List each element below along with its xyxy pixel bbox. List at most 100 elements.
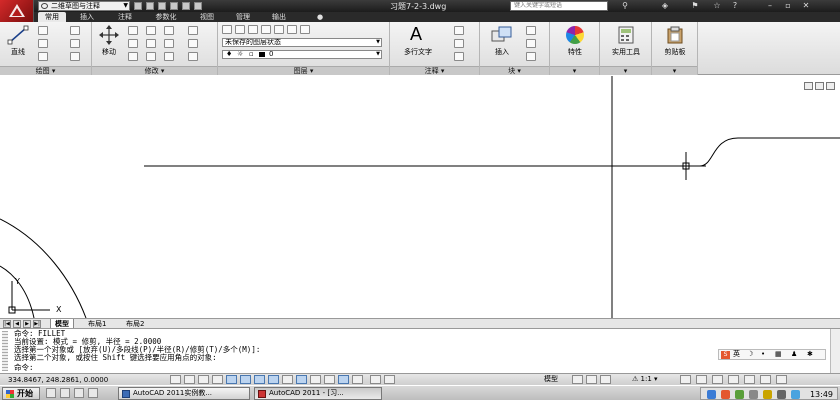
- start-button[interactable]: 开始: [2, 387, 40, 400]
- security-icon[interactable]: [735, 390, 744, 399]
- print-icon[interactable]: [194, 2, 202, 10]
- arc-icon[interactable]: [38, 52, 48, 61]
- circle-icon[interactable]: [38, 39, 48, 48]
- properties-panel-title[interactable]: ▾: [550, 66, 599, 75]
- prev-tab-icon[interactable]: ◀: [13, 320, 21, 328]
- chamfer-icon[interactable]: [188, 52, 198, 61]
- layer-properties-icon[interactable]: [222, 25, 232, 34]
- clean-screen-icon[interactable]: [776, 375, 787, 384]
- binoculars-icon[interactable]: ⚲: [620, 1, 630, 11]
- annotation-scale[interactable]: ⚠ 1:1 ▾: [632, 374, 658, 385]
- move-button[interactable]: 移动: [94, 25, 124, 57]
- restore-icon[interactable]: ▫: [782, 1, 794, 11]
- subscription-icon[interactable]: ◈: [660, 1, 670, 11]
- dynamic-input-icon[interactable]: [296, 375, 307, 384]
- chat-icon[interactable]: [791, 390, 800, 399]
- status-bar-menu-icon[interactable]: [760, 375, 771, 384]
- object-snap-tracking-icon[interactable]: [268, 375, 279, 384]
- layer-state-dropdown[interactable]: 未保存的图层状态 ▼: [222, 38, 382, 47]
- array-icon[interactable]: [164, 52, 174, 61]
- rectangle-icon[interactable]: [70, 26, 80, 35]
- zoom-icon[interactable]: [600, 375, 611, 384]
- ime-toolbar[interactable]: S 英 ☽ • ▦ ♟ ✱: [718, 349, 826, 360]
- tab-manage[interactable]: 管理: [232, 12, 254, 22]
- tab-parametric[interactable]: 参数化: [150, 12, 182, 22]
- layer-unisolate-icon[interactable]: [261, 25, 271, 34]
- edit-attributes-icon[interactable]: [526, 52, 536, 61]
- punctuation-icon[interactable]: •: [761, 350, 765, 359]
- next-tab-icon[interactable]: ▶: [23, 320, 31, 328]
- media-player-icon[interactable]: [74, 388, 84, 398]
- modify-panel-title[interactable]: 修改 ▾: [92, 66, 217, 75]
- layer-iso-icon[interactable]: [248, 25, 258, 34]
- lineweight-icon[interactable]: [310, 375, 321, 384]
- undo-icon[interactable]: [170, 2, 178, 10]
- favorites-icon[interactable]: ☆: [712, 1, 722, 11]
- dynamic-ucs-icon[interactable]: [282, 375, 293, 384]
- close-icon[interactable]: ✕: [800, 1, 812, 11]
- 3d-object-snap-icon[interactable]: [254, 375, 265, 384]
- grid-display-icon[interactable]: [198, 375, 209, 384]
- volume-icon[interactable]: [749, 390, 758, 399]
- annotation-visibility-icon[interactable]: [680, 375, 691, 384]
- dimension-icon[interactable]: [454, 26, 464, 35]
- snap-mode-icon[interactable]: [184, 375, 195, 384]
- ime-tray-icon[interactable]: [721, 390, 730, 399]
- app-menu-button[interactable]: [0, 0, 34, 22]
- fillet-icon[interactable]: [164, 39, 174, 48]
- tab-view[interactable]: 视图: [196, 12, 218, 22]
- draw-panel-title[interactable]: 绘图 ▾: [0, 66, 91, 75]
- mtext-button[interactable]: A 多行文字: [396, 25, 440, 57]
- infer-constraints-icon[interactable]: [170, 375, 181, 384]
- annotation-table-icon[interactable]: [454, 52, 464, 61]
- insert-block-button[interactable]: 插入: [484, 25, 520, 57]
- isolate-objects-icon[interactable]: [744, 375, 755, 384]
- usb-icon[interactable]: [777, 390, 786, 399]
- communication-icon[interactable]: ⚑: [690, 1, 700, 11]
- lock-ui-icon[interactable]: [712, 375, 723, 384]
- layer-freeze-icon[interactable]: [274, 25, 284, 34]
- polyline-icon[interactable]: [38, 26, 48, 35]
- workspace-switching-icon[interactable]: [696, 375, 707, 384]
- viewport-minimize-icon[interactable]: [804, 82, 813, 90]
- quick-view-drawings-icon[interactable]: [572, 375, 583, 384]
- annotation-panel-title[interactable]: 注释 ▾: [390, 66, 479, 75]
- update-icon[interactable]: [763, 390, 772, 399]
- stretch-icon[interactable]: [128, 52, 138, 61]
- properties-button[interactable]: 特性: [552, 25, 598, 57]
- quick-properties-icon[interactable]: [338, 375, 349, 384]
- model-space-icon[interactable]: [370, 375, 381, 384]
- command-line-grip[interactable]: [2, 331, 8, 371]
- keyboard-icon[interactable]: ▦: [775, 350, 782, 359]
- selection-cycling-icon[interactable]: [352, 375, 363, 384]
- tab-output[interactable]: 输出: [268, 12, 290, 22]
- taskbar-item[interactable]: AutoCAD 2011实例教...: [118, 387, 250, 400]
- layer-dropdown[interactable]: ♦ ☼ ▫ 0 ▼: [222, 50, 382, 59]
- pan-icon[interactable]: [586, 375, 597, 384]
- scale-icon[interactable]: [146, 52, 156, 61]
- viewport-restore-icon[interactable]: [815, 82, 824, 90]
- taskbar-item-active[interactable]: AutoCAD 2011 - [习...: [254, 387, 382, 400]
- coordinate-readout[interactable]: 334.8467, 248.2861, 0.0000: [8, 375, 108, 385]
- block-panel-title[interactable]: 块 ▾: [480, 66, 549, 75]
- edit-block-icon[interactable]: [526, 39, 536, 48]
- help-search-input[interactable]: 键入关键字或短语: [510, 1, 608, 11]
- layers-panel-title[interactable]: 图层 ▾: [218, 66, 389, 75]
- object-snap-icon[interactable]: [240, 375, 251, 384]
- command-prompt[interactable]: 命令:: [14, 364, 34, 372]
- help-icon[interactable]: ?: [730, 1, 740, 11]
- tab-insert[interactable]: 插入: [76, 12, 98, 22]
- polar-tracking-icon[interactable]: [226, 375, 237, 384]
- rotate-icon[interactable]: [128, 26, 138, 35]
- show-desktop-icon[interactable]: [60, 388, 70, 398]
- hatch-icon[interactable]: [70, 39, 80, 48]
- drawing-canvas[interactable]: Y X: [0, 76, 840, 318]
- layer-off-icon[interactable]: [287, 25, 297, 34]
- utilities-button[interactable]: 实用工具: [602, 25, 650, 57]
- workspace-switcher[interactable]: 二维草图与注释 ▼: [38, 1, 130, 11]
- redo-icon[interactable]: [182, 2, 190, 10]
- moon-icon[interactable]: ☽: [747, 350, 753, 359]
- clipboard-panel-title[interactable]: ▾: [652, 66, 697, 75]
- layer-lock-icon[interactable]: [300, 25, 310, 34]
- create-block-icon[interactable]: [526, 26, 536, 35]
